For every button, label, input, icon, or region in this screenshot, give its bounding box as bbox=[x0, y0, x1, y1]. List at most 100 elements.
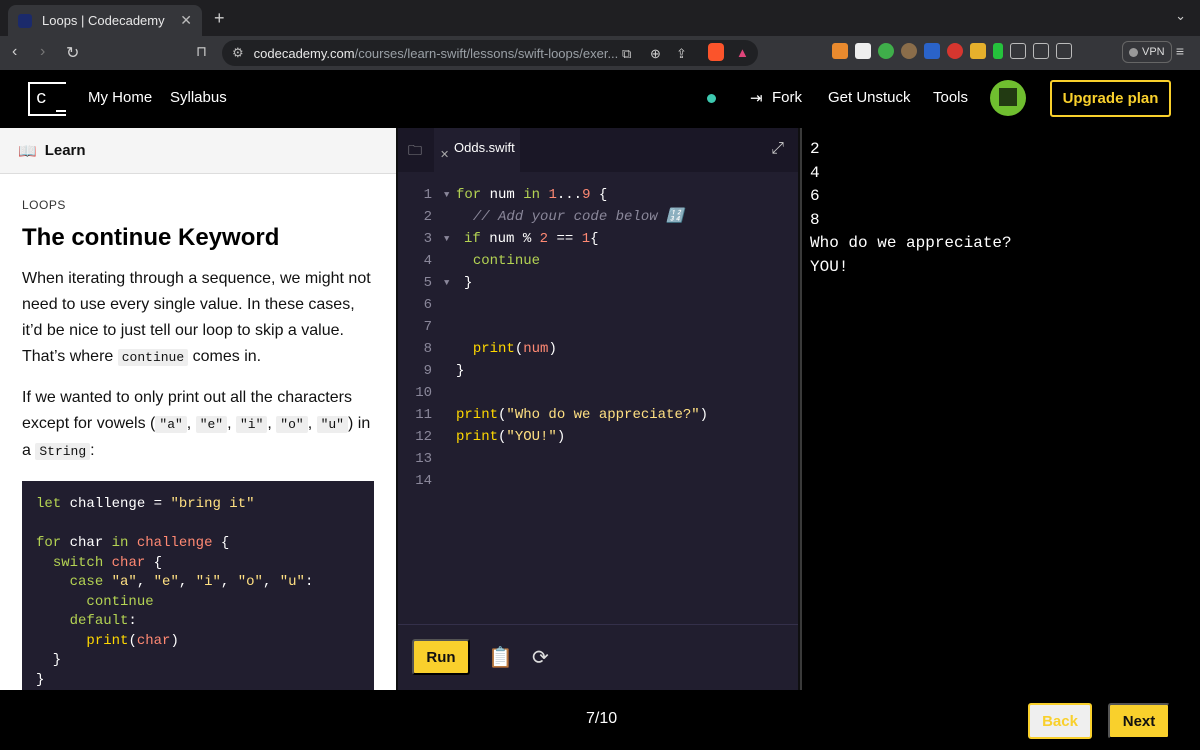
forward-arrow-icon[interactable]: › bbox=[40, 43, 45, 61]
output-line: 8 bbox=[810, 210, 820, 229]
my-home-link[interactable]: My Home bbox=[88, 89, 152, 106]
puzzle-icon[interactable] bbox=[1010, 43, 1026, 59]
close-file-icon[interactable]: ✕ bbox=[440, 148, 449, 161]
app-header: c My Home Syllabus ⇥ Fork Get Unstuck To… bbox=[0, 70, 1200, 128]
paragraph-1: When iterating through a sequence, we mi… bbox=[22, 270, 371, 366]
code-line: } bbox=[464, 275, 473, 291]
line-number: 2 bbox=[423, 209, 432, 225]
folder-icon[interactable]: 🗀 bbox=[408, 140, 422, 164]
output-terminal: 2 4 6 8 Who do we appreciate? YOU! bbox=[800, 128, 1200, 690]
extension-icon[interactable] bbox=[855, 43, 871, 59]
code-line: print(num) bbox=[472, 341, 557, 357]
line-number: 11 bbox=[415, 407, 432, 423]
fold-toggle-icon[interactable]: ▼ bbox=[444, 272, 454, 294]
codecademy-favicon-icon bbox=[18, 13, 32, 28]
extensions-row bbox=[832, 43, 1072, 59]
close-tab-icon[interactable]: ✕ bbox=[180, 12, 192, 29]
next-button[interactable]: Next bbox=[1108, 703, 1170, 739]
tools-button[interactable]: Tools bbox=[933, 89, 968, 106]
wallet-icon[interactable] bbox=[1056, 43, 1072, 59]
code-line: for num in 1...9 { bbox=[456, 187, 608, 203]
reset-icon[interactable]: ⟳ bbox=[532, 645, 549, 670]
back-arrow-icon[interactable]: ‹ bbox=[12, 43, 17, 61]
output-line: 6 bbox=[810, 187, 820, 205]
fold-toggle-icon[interactable]: ▼ bbox=[444, 228, 454, 250]
fork-icon: ⇥ bbox=[750, 90, 763, 107]
clipboard-icon[interactable]: 📋 bbox=[488, 645, 513, 670]
browser-toolbar: ‹ › ↻ ⊓ ⚙ codecademy.com/courses/learn-s… bbox=[0, 36, 1200, 70]
line-number: 7 bbox=[423, 319, 432, 335]
line-number: 13 bbox=[415, 451, 432, 467]
line-number: 4 bbox=[423, 253, 432, 269]
bookmark-icon[interactable]: ⊓ bbox=[196, 43, 207, 60]
output-line: 4 bbox=[810, 163, 820, 182]
code-line: continue bbox=[472, 253, 541, 269]
code-line: if num % 2 == 1{ bbox=[464, 231, 599, 247]
file-tab-label: Odds.swift bbox=[454, 140, 515, 155]
learn-panel: 📖 Learn LOOPS The continue Keyword When … bbox=[0, 128, 396, 690]
inline-code: continue bbox=[117, 349, 189, 366]
sidebar-icon[interactable] bbox=[1033, 43, 1049, 59]
site-settings-icon[interactable]: ⚙ bbox=[232, 45, 244, 61]
extension-icon[interactable] bbox=[947, 43, 963, 59]
share-icon[interactable]: ⇪ bbox=[676, 46, 687, 62]
brave-shield-icon[interactable] bbox=[708, 43, 724, 61]
code-editor: 🗀 Odds.swift ✕ ⤢ 1 2 3 4 5 6 7 8 9 10 11… bbox=[398, 128, 798, 690]
menu-icon[interactable]: ≡ bbox=[1176, 43, 1184, 59]
new-tab-icon[interactable]: + bbox=[214, 8, 225, 29]
extension-icon[interactable] bbox=[924, 43, 940, 59]
get-unstuck-button[interactable]: Get Unstuck bbox=[828, 89, 911, 106]
zoom-icon[interactable]: ⊕ bbox=[650, 46, 661, 62]
output-line: YOU! bbox=[810, 257, 849, 276]
run-button[interactable]: Run bbox=[412, 639, 470, 675]
line-number: 6 bbox=[423, 297, 432, 313]
extension-icon[interactable] bbox=[993, 43, 1003, 59]
back-button[interactable]: Back bbox=[1028, 703, 1092, 739]
line-number: 9 bbox=[423, 363, 432, 379]
syllabus-link[interactable]: Syllabus bbox=[170, 89, 227, 106]
lesson-kicker: LOOPS bbox=[22, 198, 66, 212]
vpn-status-icon bbox=[1129, 47, 1138, 57]
avatar[interactable] bbox=[990, 80, 1026, 116]
vpn-button[interactable]: VPN bbox=[1122, 41, 1172, 63]
browser-tab[interactable]: Loops | Codecademy ✕ bbox=[8, 5, 202, 36]
editor-footer: Run 📋 ⟳ bbox=[398, 624, 798, 690]
line-number: 14 bbox=[415, 473, 432, 489]
connection-status-icon bbox=[707, 94, 716, 103]
code-line: print("Who do we appreciate?") bbox=[456, 407, 709, 423]
line-number: 1 bbox=[423, 187, 432, 203]
browser-tab-bar: Loops | Codecademy ✕ + ⌄ bbox=[0, 0, 1200, 36]
paragraph-2: If we wanted to only print out all the c… bbox=[22, 389, 371, 460]
logo-underscore bbox=[56, 110, 66, 112]
vpn-label: VPN bbox=[1142, 46, 1165, 58]
upgrade-plan-button[interactable]: Upgrade plan bbox=[1050, 80, 1171, 117]
example-code-block: let challenge = "bring it" for char in c… bbox=[22, 481, 374, 690]
line-number: 10 bbox=[415, 385, 432, 401]
extension-icon[interactable] bbox=[878, 43, 894, 59]
extension-icon[interactable] bbox=[832, 43, 848, 59]
url-host: codecademy.com bbox=[253, 45, 355, 61]
open-in-new-icon[interactable]: ⧉ bbox=[622, 46, 631, 62]
lesson-footer: 7/10 Back Next bbox=[0, 690, 1200, 750]
book-icon: 📖 bbox=[18, 142, 37, 160]
code-line: print("YOU!") bbox=[456, 429, 566, 445]
brave-rewards-icon[interactable]: ▲ bbox=[736, 45, 749, 60]
lesson-title: The continue Keyword bbox=[22, 224, 280, 251]
extension-icon[interactable] bbox=[901, 43, 917, 59]
extension-icon[interactable] bbox=[970, 43, 986, 59]
code-line: // Add your code below 🔢 bbox=[472, 209, 684, 225]
lesson-content: LOOPS The continue Keyword When iteratin… bbox=[0, 198, 396, 690]
chevron-down-icon[interactable]: ⌄ bbox=[1175, 8, 1186, 24]
fork-button[interactable]: Fork bbox=[772, 89, 802, 106]
tab-title: Loops | Codecademy bbox=[42, 13, 165, 28]
fold-toggle-icon[interactable]: ▼ bbox=[444, 184, 454, 206]
line-number: 8 bbox=[423, 341, 432, 357]
editor-tab-bar: 🗀 Odds.swift ✕ ⤢ bbox=[398, 128, 798, 172]
expand-icon[interactable]: ⤢ bbox=[771, 140, 784, 158]
url-path: /courses/learn-swift/lessons/swift-loops… bbox=[354, 45, 619, 61]
learn-label: Learn bbox=[44, 142, 86, 159]
line-number: 3 bbox=[423, 231, 432, 247]
output-line: 2 bbox=[810, 140, 820, 158]
code-line: } bbox=[456, 363, 465, 379]
reload-icon[interactable]: ↻ bbox=[66, 43, 79, 63]
